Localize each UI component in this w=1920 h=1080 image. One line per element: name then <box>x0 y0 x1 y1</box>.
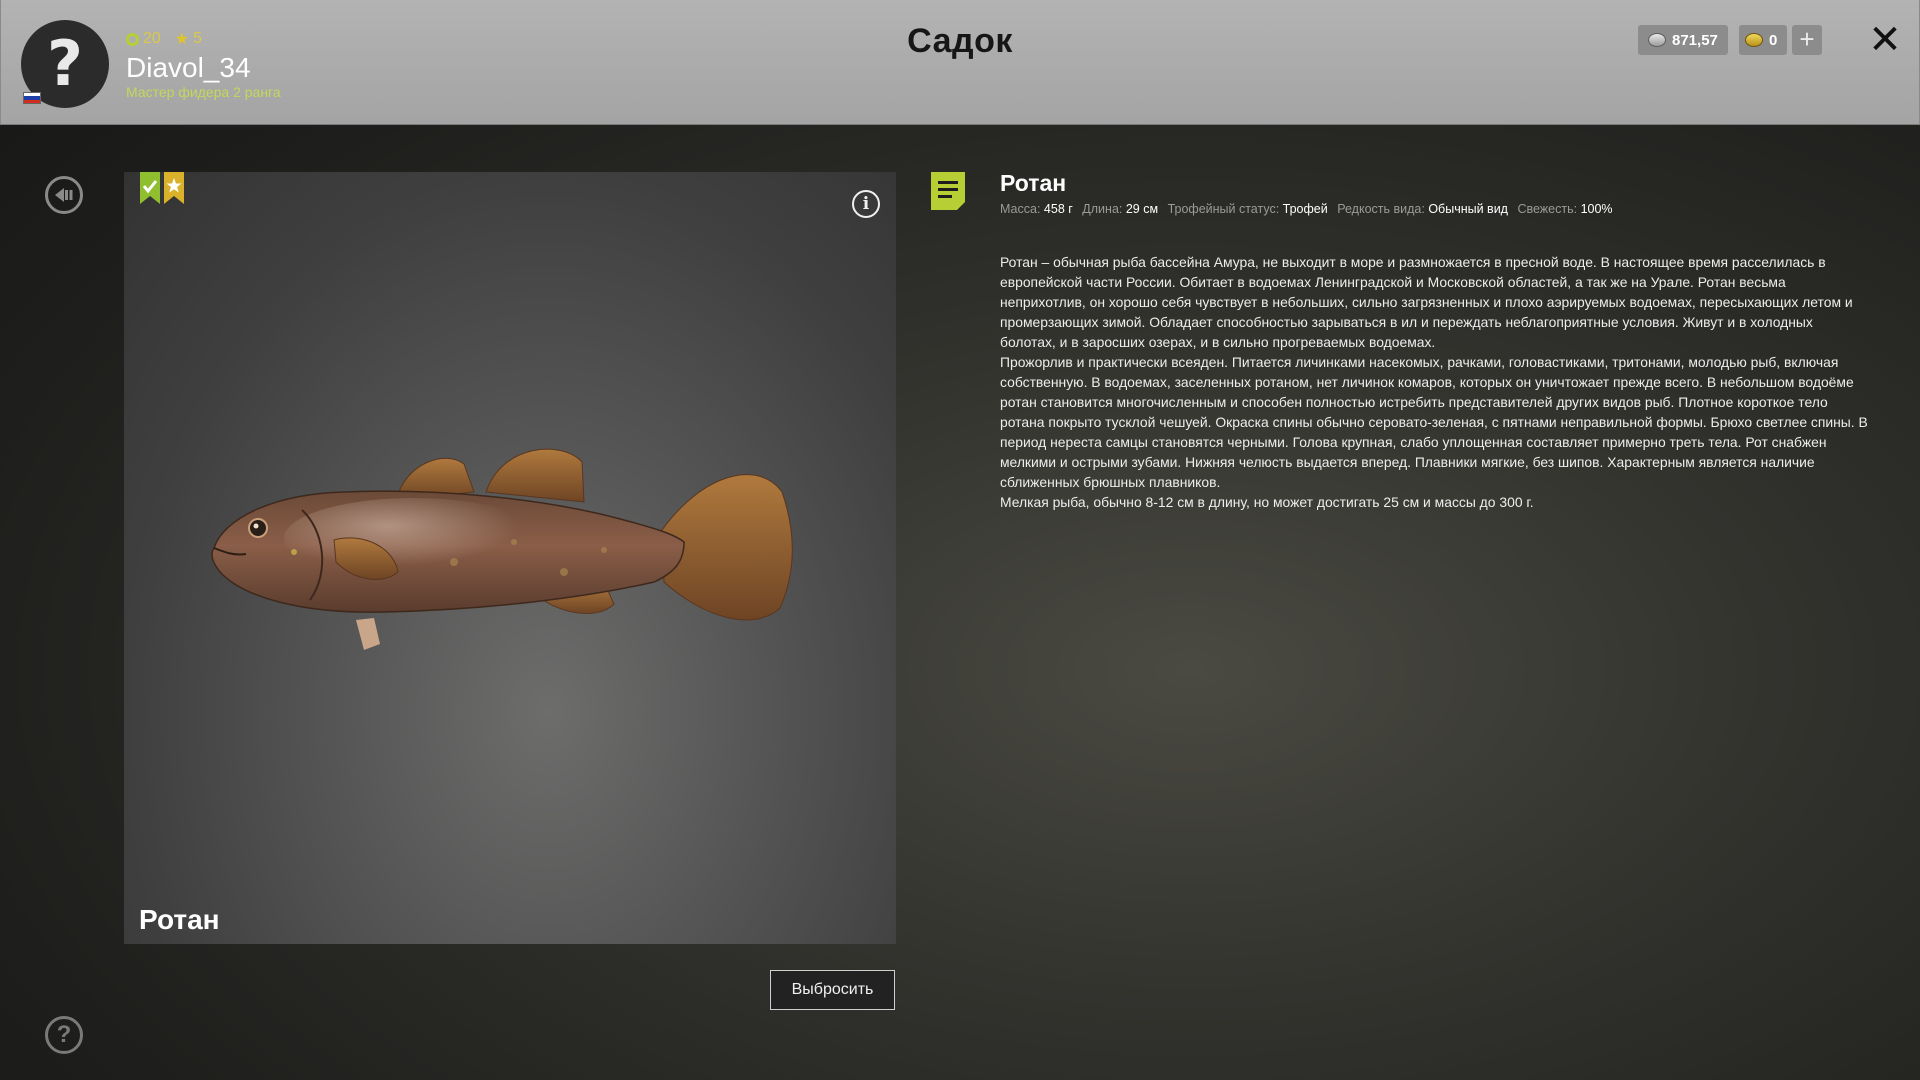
fish-description: Ротан – обычная рыба бассейна Амура, не … <box>1000 252 1870 512</box>
player-rank: Мастер фидера 2 ранга <box>126 84 281 100</box>
length-value: 29 см <box>1125 202 1159 216</box>
trophy-value: Трофей <box>1282 202 1328 216</box>
rarity-value: Обычный вид <box>1428 202 1508 216</box>
gold-coin-icon <box>1745 33 1763 47</box>
gold-value: 0 <box>1769 31 1778 49</box>
document-icon <box>931 172 965 210</box>
trophy-label: Трофейный статус: <box>1167 202 1280 216</box>
close-icon[interactable]: ✕ <box>1865 20 1905 60</box>
fish-stats: Масса: 458 г Длина: 29 см Трофейный стат… <box>1000 202 1613 216</box>
freshness-value: 100% <box>1580 202 1613 216</box>
description-paragraph: Прожорлив и практически всеяден. Питаетс… <box>1000 354 1868 490</box>
fish-image <box>211 448 793 650</box>
description-paragraph: Ротан – обычная рыба бассейна Амура, не … <box>1000 254 1853 350</box>
silver-balance[interactable]: 871,57 <box>1638 25 1728 55</box>
mass-label: Масса: <box>1000 202 1041 216</box>
info-button[interactable]: i <box>852 190 880 218</box>
fish-title: Ротан <box>1000 170 1067 196</box>
description-paragraph: Мелкая рыба, обычно 8-12 см в длину, но … <box>1000 494 1534 510</box>
back-button[interactable] <box>45 176 83 214</box>
flag-icon <box>23 92 41 104</box>
length-label: Длина: <box>1082 202 1123 216</box>
gold-balance[interactable]: 0 <box>1739 25 1787 55</box>
freshness-label: Свежесть: <box>1517 202 1578 216</box>
page-title: Садок <box>907 22 1013 60</box>
fish-badges <box>140 172 184 204</box>
silver-value: 871,57 <box>1672 31 1718 49</box>
discard-button[interactable]: Выбросить <box>770 970 895 1010</box>
back-icon <box>55 188 73 202</box>
checkmark-bookmark-icon <box>140 172 160 204</box>
help-button[interactable]: ? <box>45 1016 83 1054</box>
rarity-label: Редкость вида: <box>1337 202 1425 216</box>
star-bookmark-icon <box>164 172 184 204</box>
mass-value: 458 г <box>1043 202 1073 216</box>
add-currency-button[interactable]: + <box>1792 25 1822 55</box>
fish-card: i Ротан <box>124 172 896 944</box>
top-bar: ? 20 ★ 5 Diavol_34 Мастер фидера 2 ранга… <box>0 0 1920 125</box>
silver-coin-icon <box>1648 33 1666 47</box>
fish-name-card: Ротан <box>139 904 220 935</box>
